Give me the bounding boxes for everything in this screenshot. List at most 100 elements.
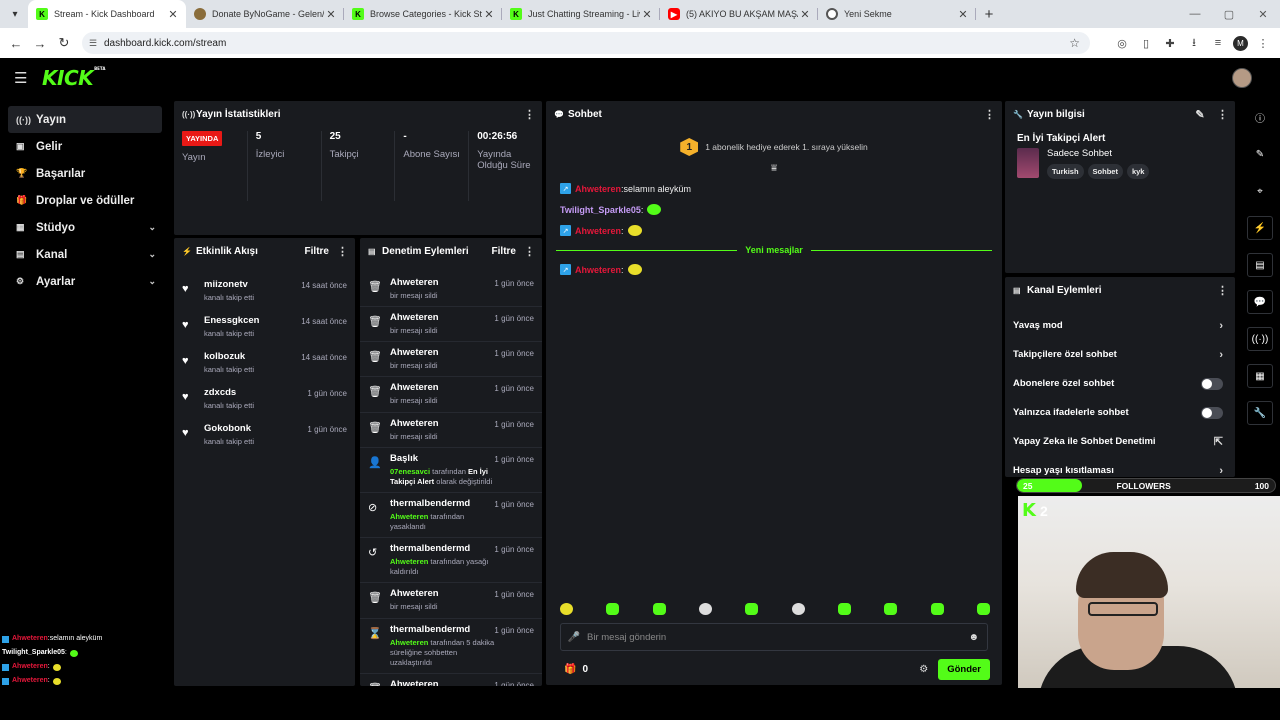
- tag-chip[interactable]: kyk: [1126, 164, 1150, 179]
- activity-item[interactable]: ♥ kolbozuk kanalı takip etti 14 saat önce: [174, 346, 355, 382]
- media-icon[interactable]: ≡: [1209, 34, 1227, 52]
- close-tab-icon[interactable]: ✕: [482, 8, 496, 21]
- panel-menu-icon[interactable]: ⋮: [337, 245, 348, 258]
- chat-input[interactable]: 🎤 Bir mesaj gönderin ☻: [560, 623, 988, 651]
- tag-chip[interactable]: Sohbet: [1087, 164, 1123, 179]
- channel-action-item[interactable]: Yalnızca ifadelerle sohbet: [1005, 398, 1235, 427]
- chat-icon[interactable]: 💬: [1247, 290, 1273, 314]
- emote-button[interactable]: [652, 603, 666, 615]
- toggle-switch[interactable]: [1201, 377, 1223, 390]
- activity-item[interactable]: ♥ Enessgkcen kanalı takip etti 14 saat önce: [174, 310, 355, 346]
- close-tab-icon[interactable]: ✕: [956, 8, 970, 21]
- gift-icon[interactable]: 🎁: [564, 664, 576, 675]
- edit-pencil-icon[interactable]: ✎: [1195, 108, 1205, 121]
- kick-logo[interactable]: KICKBETA: [42, 66, 105, 90]
- filter-button[interactable]: Filtre: [492, 246, 516, 257]
- sidebar-item-settings[interactable]: ⚙ Ayarlar ⌄: [8, 268, 162, 295]
- channel-action-item[interactable]: Hesap yaşı kısıtlaması ›: [1005, 456, 1235, 477]
- browser-tab[interactable]: ▶ (5) AKIYO BU AKŞAM MAŞALLA✕: [660, 0, 818, 28]
- tag-chip[interactable]: Turkish: [1047, 164, 1084, 179]
- browser-tab[interactable]: K Just Chatting Streaming - Live S✕: [502, 0, 660, 28]
- new-tab-button[interactable]: +: [976, 6, 1002, 23]
- chat-message[interactable]: ↗ Ahweteren:: [546, 259, 1002, 280]
- reload-button[interactable]: ↻: [52, 35, 76, 51]
- chat-username[interactable]: Ahweteren: [575, 184, 621, 194]
- moderation-item[interactable]: 🗑Ahweterenbir mesajı sildi1 gün önce: [360, 342, 542, 378]
- pencil-icon[interactable]: ✎: [1247, 142, 1273, 166]
- channel-action-item[interactable]: Abonelere özel sohbet: [1005, 369, 1235, 398]
- chat-username[interactable]: Ahweteren: [575, 265, 621, 275]
- panel-menu-icon[interactable]: ⋮: [524, 245, 535, 258]
- panel-menu-icon[interactable]: ⋮: [524, 108, 535, 121]
- send-button[interactable]: Gönder: [938, 658, 990, 680]
- panel-menu-icon[interactable]: ⋮: [1217, 284, 1228, 297]
- site-info-icon[interactable]: ☰: [82, 38, 104, 49]
- menu-kebab-icon[interactable]: ⋮: [1254, 34, 1272, 52]
- browser-tab[interactable]: K Browse Categories - Kick Strea✕: [344, 0, 502, 28]
- emote-button[interactable]: [930, 603, 944, 615]
- panel-menu-icon[interactable]: ⋮: [1217, 108, 1228, 121]
- sidebar-item-studio[interactable]: ▦ Stüdyo ⌄: [8, 214, 162, 241]
- close-tab-icon[interactable]: ✕: [166, 8, 180, 21]
- download-icon[interactable]: ⭳: [1185, 34, 1203, 52]
- wrench-icon[interactable]: 🔧: [1247, 401, 1273, 425]
- address-bar[interactable]: ☰ dashboard.kick.com/stream ☆: [82, 32, 1090, 54]
- pinned-toggle-icon[interactable]: ⩸: [546, 163, 1002, 174]
- emote-button[interactable]: [606, 603, 620, 615]
- minimize-button[interactable]: —: [1178, 8, 1212, 20]
- emote-button[interactable]: [791, 603, 805, 615]
- emote-button[interactable]: [837, 603, 851, 615]
- sidebar-item-trophy[interactable]: 🏆 Başarılar: [8, 160, 162, 187]
- document-icon[interactable]: ▤: [1247, 253, 1273, 277]
- close-tab-icon[interactable]: ✕: [798, 8, 812, 21]
- chat-message[interactable]: ↗ Ahweteren:: [546, 220, 1002, 241]
- filter-button[interactable]: Filtre: [305, 246, 329, 257]
- sidebar-item-channel[interactable]: ▤ Kanal ⌄: [8, 241, 162, 268]
- browser-tab[interactable]: K Stream - Kick Dashboard ✕: [28, 0, 186, 28]
- sidebar-item-revenue[interactable]: ▣ Gelir: [8, 133, 162, 160]
- toggle-switch[interactable]: [1201, 406, 1223, 419]
- channel-action-item[interactable]: Yavaş mod ›: [1005, 311, 1235, 340]
- bookmark-star-icon[interactable]: ☆: [1069, 36, 1080, 50]
- back-button[interactable]: ←: [4, 36, 28, 51]
- moderation-item[interactable]: ⌛ thermalbendermd Ahweteren tarafından 5 d…: [360, 619, 542, 674]
- browser-tab[interactable]: Yeni Sekme ✕: [818, 0, 976, 28]
- layout-icon[interactable]: ▦: [1247, 364, 1273, 388]
- chat-settings-icon[interactable]: ⚙: [919, 664, 928, 675]
- activity-item[interactable]: ♥ miizonetv kanalı takip etti 14 saat önce: [174, 274, 355, 310]
- sidebar-item-broadcast[interactable]: ((·)) Yayın: [8, 106, 162, 133]
- moderation-item[interactable]: 🗑Ahweterenbir mesajı sildi1 gün önce: [360, 377, 542, 413]
- maximize-button[interactable]: ▢: [1212, 8, 1246, 21]
- channel-action-item[interactable]: Yapay Zeka ile Sohbet Denetimi ⇱: [1005, 427, 1235, 456]
- forward-button[interactable]: →: [28, 36, 52, 51]
- close-tab-icon[interactable]: ✕: [640, 8, 654, 21]
- broadcast-icon[interactable]: ((·)): [1247, 327, 1273, 351]
- browser-tab[interactable]: Donate ByNoGame - Gelen/Gid✕: [186, 0, 344, 28]
- clipboard-icon[interactable]: ▯: [1137, 34, 1155, 52]
- extension-icon[interactable]: ◎: [1113, 34, 1131, 52]
- chat-username[interactable]: Twilight_Sparkle05: [560, 205, 641, 215]
- info-icon[interactable]: ⓘ: [1247, 105, 1273, 129]
- subscription-promo[interactable]: 1 1 abonelik hediye ederek 1. sıraya yük…: [546, 127, 1002, 167]
- moderation-item[interactable]: 🗑Ahweterenbir mesajı sildi1 gün önce: [360, 307, 542, 343]
- chat-username[interactable]: Ahweteren: [575, 226, 621, 236]
- moderation-item[interactable]: 👤 Başlık 07enesavci tarafından En İyi Taki…: [360, 448, 542, 493]
- moderation-item[interactable]: ⊘ thermalbendermd Ahweteren tarafından yas…: [360, 493, 542, 539]
- activity-item[interactable]: ♥ zdxcds kanalı takip etti 1 gün önce: [174, 382, 355, 418]
- moderation-item[interactable]: 🗑Ahweterenbir mesajı sildi1 gün önce: [360, 674, 542, 686]
- activity-item[interactable]: ♥ Gokobonk kanalı takip etti 1 gün önce: [174, 418, 355, 454]
- moderation-item[interactable]: 🗑Ahweterenbir mesajı sildi1 gün önce: [360, 272, 542, 308]
- close-window-button[interactable]: ✕: [1246, 8, 1280, 21]
- hamburger-menu-icon[interactable]: ☰: [14, 69, 30, 87]
- channel-action-item[interactable]: Takipçilere özel sohbet ›: [1005, 340, 1235, 369]
- panel-menu-icon[interactable]: ⋮: [984, 108, 995, 121]
- moderation-item[interactable]: ↺ thermalbendermd Ahweteren tarafından yas…: [360, 538, 542, 584]
- emote-button[interactable]: [698, 603, 712, 615]
- microphone-icon[interactable]: 🎤: [561, 632, 587, 643]
- moderation-item[interactable]: 🗑Ahweterenbir mesajı sildi1 gün önce: [360, 413, 542, 448]
- chat-message[interactable]: ↗ Ahweteren: selamın aleyküm: [546, 178, 1002, 199]
- moderation-item[interactable]: 🗑Ahweterenbir mesajı sildi1 gün önce: [360, 583, 542, 619]
- emote-button[interactable]: [745, 603, 759, 615]
- target-icon[interactable]: ⌖: [1247, 179, 1273, 203]
- emoji-picker-icon[interactable]: ☻: [968, 632, 979, 643]
